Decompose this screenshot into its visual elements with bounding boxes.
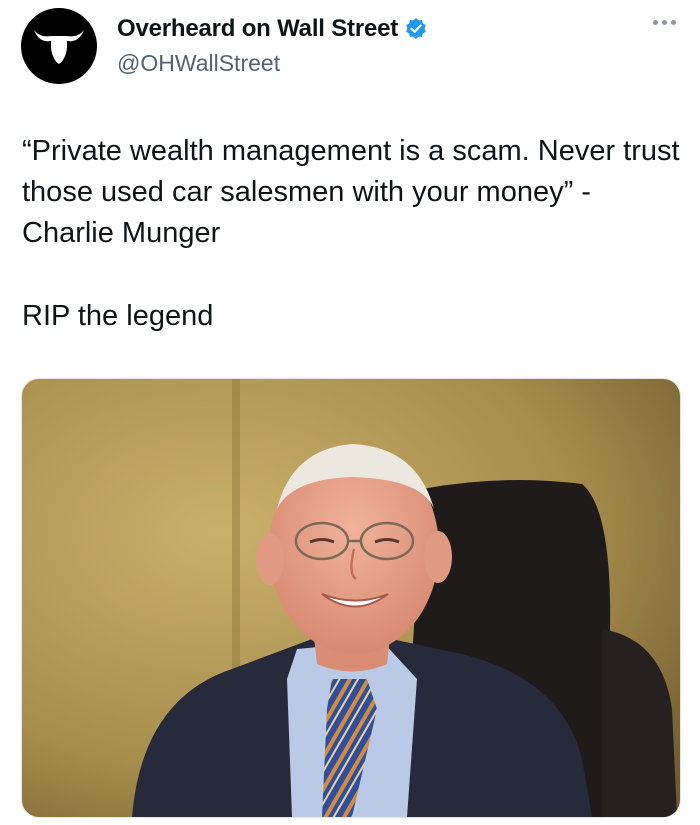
photo-of-smiling-elderly-man-icon <box>22 379 680 817</box>
account-name-row[interactable]: Overheard on Wall Street <box>117 15 428 43</box>
tweet-closing-text: RIP the legend <box>22 300 214 332</box>
verified-badge-icon <box>406 18 426 39</box>
tweet-text: “Private wealth management is a scam. Ne… <box>22 135 688 249</box>
account-handle[interactable]: @OHWallStreet <box>117 50 280 77</box>
account-name[interactable]: Overheard on Wall Street <box>117 15 398 43</box>
more-options-icon[interactable] <box>653 20 676 25</box>
tweet-photo[interactable] <box>21 378 681 818</box>
bull-head-icon <box>34 30 84 64</box>
account-avatar[interactable] <box>21 8 97 84</box>
